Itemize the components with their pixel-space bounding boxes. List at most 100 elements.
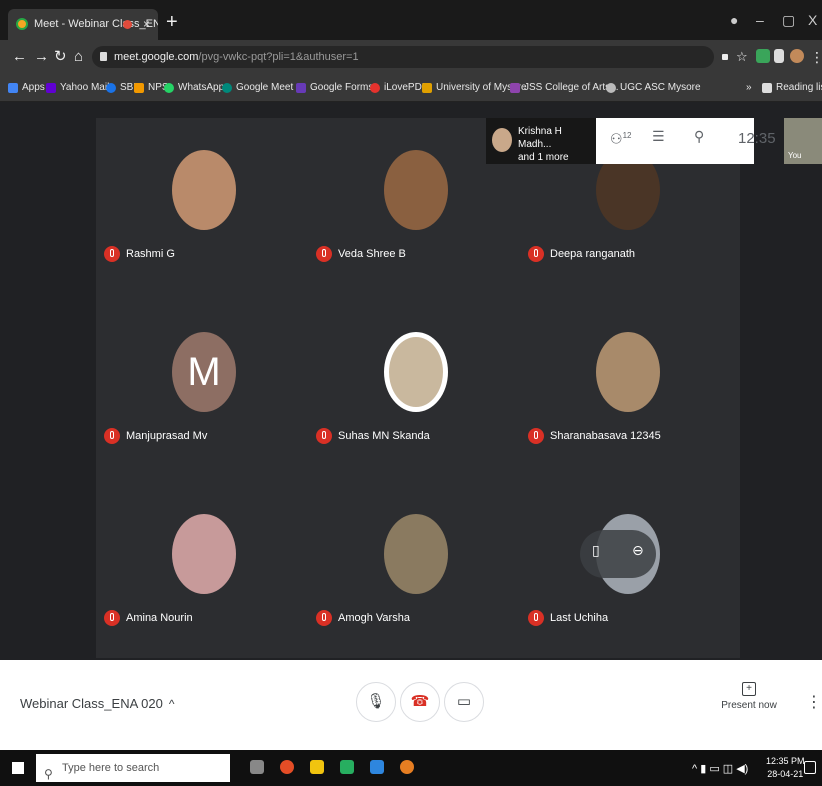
bookmark-google-meet[interactable]: Google Meet bbox=[222, 80, 293, 96]
participant-tile[interactable]: Amina Nourin bbox=[96, 482, 308, 658]
minimize-button[interactable]: – bbox=[756, 8, 764, 32]
windows-start-icon[interactable] bbox=[12, 762, 24, 774]
pin-icon[interactable]: ▯ bbox=[592, 542, 600, 559]
url-host: meet.google.com bbox=[114, 51, 199, 63]
present-icon: + bbox=[742, 682, 756, 696]
mic-muted-icon bbox=[104, 428, 120, 444]
participant-tile[interactable]: Sharanabasava 12345 bbox=[520, 300, 732, 476]
reading-list-button[interactable]: Reading list bbox=[762, 80, 822, 96]
bookmark-jss-college[interactable]: JSS College of Arts... bbox=[510, 80, 619, 96]
taskbar-search-input[interactable]: ⚲ Type here to search bbox=[36, 754, 230, 782]
bookmark-whatsapp[interactable]: WhatsApp bbox=[164, 80, 224, 96]
mic-muted-icon bbox=[104, 610, 120, 626]
participant-tile[interactable]: Rashmi G bbox=[96, 118, 308, 294]
task-view-icon[interactable] bbox=[250, 760, 264, 774]
new-tab-button[interactable]: + bbox=[166, 8, 178, 36]
search-icon: ⚲ bbox=[44, 767, 53, 781]
meeting-details-button[interactable]: Webinar Class_ENA 020 ^ bbox=[20, 696, 174, 711]
participant-avatar bbox=[596, 332, 660, 412]
microphone-button[interactable]: 🎙 bbox=[356, 682, 396, 722]
more-options-button[interactable]: ⋮ bbox=[806, 692, 822, 712]
taskbar-clock[interactable]: 12:35 PM 28-04-21 bbox=[766, 755, 805, 781]
browser-menu-icon[interactable]: ⋮ bbox=[810, 47, 822, 67]
browser-tab-meet[interactable]: Meet - Webinar Class_ENA ( × bbox=[8, 9, 158, 40]
notification-icon[interactable] bbox=[804, 761, 816, 774]
browser-tab-strip: Meet - Webinar Class_ENA ( × + ● – ▢ X bbox=[0, 0, 822, 40]
screen: Meet - Webinar Class_ENA ( × + ● – ▢ X ←… bbox=[0, 0, 822, 786]
meeting-name: Webinar Class_ENA 020 bbox=[20, 696, 163, 711]
url-field[interactable]: meet.google.com/pvg-vwkc-pqt?pli=1&authu… bbox=[92, 46, 714, 68]
maximize-button[interactable]: ▢ bbox=[782, 8, 795, 32]
extensions-puzzle-icon[interactable] bbox=[774, 49, 784, 63]
remove-icon[interactable]: ⊖ bbox=[632, 542, 644, 559]
participant-tile[interactable]: M Manjuprasad Mv bbox=[96, 300, 308, 476]
mic-muted-icon bbox=[104, 246, 120, 262]
home-icon[interactable]: ⌂ bbox=[74, 47, 83, 67]
bookmark-sbi[interactable]: SBI bbox=[106, 80, 136, 96]
app-taskbar-icon[interactable] bbox=[340, 760, 354, 774]
presenter-name: Krishna H Madh... bbox=[518, 126, 562, 150]
bookmark-star-icon[interactable]: ☆ bbox=[736, 47, 748, 67]
participant-tile[interactable]: ▯ ⊖ Last Uchiha bbox=[520, 482, 732, 658]
extension-icon[interactable] bbox=[756, 49, 770, 63]
participant-name: Amogh Varsha bbox=[316, 610, 410, 626]
self-view-tile[interactable]: You bbox=[784, 118, 822, 164]
bookmarks-overflow-chevron-icon[interactable]: » bbox=[746, 80, 752, 96]
system-tray-icons[interactable]: ^ ▮ ▭ ◫ ◀) bbox=[692, 762, 748, 775]
recording-indicator-icon bbox=[123, 20, 132, 29]
participant-name: Rashmi G bbox=[104, 246, 175, 262]
participant-name: Amina Nourin bbox=[104, 610, 193, 626]
chrome-taskbar-icon[interactable] bbox=[280, 760, 294, 774]
presenter-sub: and 1 more bbox=[518, 152, 569, 163]
participant-avatar bbox=[384, 332, 448, 412]
camera-in-use-icon[interactable] bbox=[722, 54, 728, 60]
reload-icon[interactable]: ↻ bbox=[54, 47, 67, 67]
profile-avatar-icon[interactable] bbox=[790, 49, 804, 63]
participant-tile[interactable]: Suhas MN Skanda bbox=[308, 300, 520, 476]
camera-button[interactable]: ▭ bbox=[444, 682, 484, 722]
meet-stage: Rashmi G Veda Shree B Deepa ranganath M … bbox=[0, 102, 822, 660]
present-now-button[interactable]: + Present now bbox=[720, 682, 778, 711]
bookmark-ugc-asc-mysore[interactable]: UGC ASC Mysore bbox=[606, 80, 701, 96]
firefox-taskbar-icon[interactable] bbox=[400, 760, 414, 774]
participant-name: Deepa ranganath bbox=[528, 246, 635, 262]
url-path: /pvg-vwkc-pqt?pli=1&authuser=1 bbox=[198, 51, 359, 63]
mic-muted-icon bbox=[316, 428, 332, 444]
leave-call-button[interactable]: ☎ bbox=[400, 682, 440, 722]
taskbar-search-placeholder: Type here to search bbox=[62, 762, 160, 774]
participants-icon[interactable]: ⚇12 bbox=[610, 126, 631, 149]
participant-avatar bbox=[172, 150, 236, 230]
taskbar-time: 12:35 PM bbox=[766, 756, 805, 766]
store-taskbar-icon[interactable] bbox=[370, 760, 384, 774]
participant-grid: Rashmi G Veda Shree B Deepa ranganath M … bbox=[96, 118, 740, 658]
mic-muted-icon bbox=[528, 246, 544, 262]
meet-bottom-bar: Webinar Class_ENA 020 ^ 🎙 ☎ ▭ + Present no… bbox=[0, 660, 822, 750]
address-bar-row: ← → ↻ ⌂ meet.google.com/pvg-vwkc-pqt?pli… bbox=[0, 40, 822, 74]
close-window-button[interactable]: X bbox=[808, 8, 817, 32]
participant-name: Last Uchiha bbox=[528, 610, 608, 626]
meet-toolbar: ⚇12 ☰ ⚲ 12:35 bbox=[596, 118, 776, 164]
forward-arrow-icon[interactable]: → bbox=[34, 47, 49, 67]
bookmark-apps[interactable]: Apps bbox=[8, 80, 45, 96]
bookmark-google-forms[interactable]: Google Forms bbox=[296, 80, 373, 96]
taskbar-date: 28-04-21 bbox=[767, 769, 804, 779]
participant-avatar bbox=[384, 150, 448, 230]
presenter-chip[interactable]: Krishna H Madh... and 1 more bbox=[486, 118, 598, 164]
lock-icon bbox=[100, 52, 107, 61]
tab-close-button[interactable]: × bbox=[143, 9, 150, 40]
participant-tile[interactable]: Amogh Varsha bbox=[308, 482, 520, 658]
participants-count: 12 bbox=[622, 131, 632, 140]
tab-title: Meet - Webinar Class_ENA ( bbox=[34, 18, 158, 30]
bookmark-yahoo-mail[interactable]: Yahoo Mail bbox=[46, 80, 109, 96]
chat-icon[interactable]: ☰ bbox=[652, 126, 665, 146]
profile-icon[interactable]: ● bbox=[730, 8, 738, 32]
participant-avatar bbox=[384, 514, 448, 594]
participant-initial-avatar: M bbox=[172, 332, 236, 412]
participant-name: Suhas MN Skanda bbox=[316, 428, 430, 444]
participant-avatar bbox=[172, 514, 236, 594]
back-arrow-icon[interactable]: ← bbox=[12, 47, 27, 67]
activities-icon[interactable]: ⚲ bbox=[694, 126, 704, 146]
bookmark-ilovepdf[interactable]: iLovePDF bbox=[370, 80, 428, 96]
windows-taskbar: ⚲ Type here to search ^ ▮ ▭ ◫ ◀) 12:35 P… bbox=[0, 750, 822, 786]
file-explorer-icon[interactable] bbox=[310, 760, 324, 774]
